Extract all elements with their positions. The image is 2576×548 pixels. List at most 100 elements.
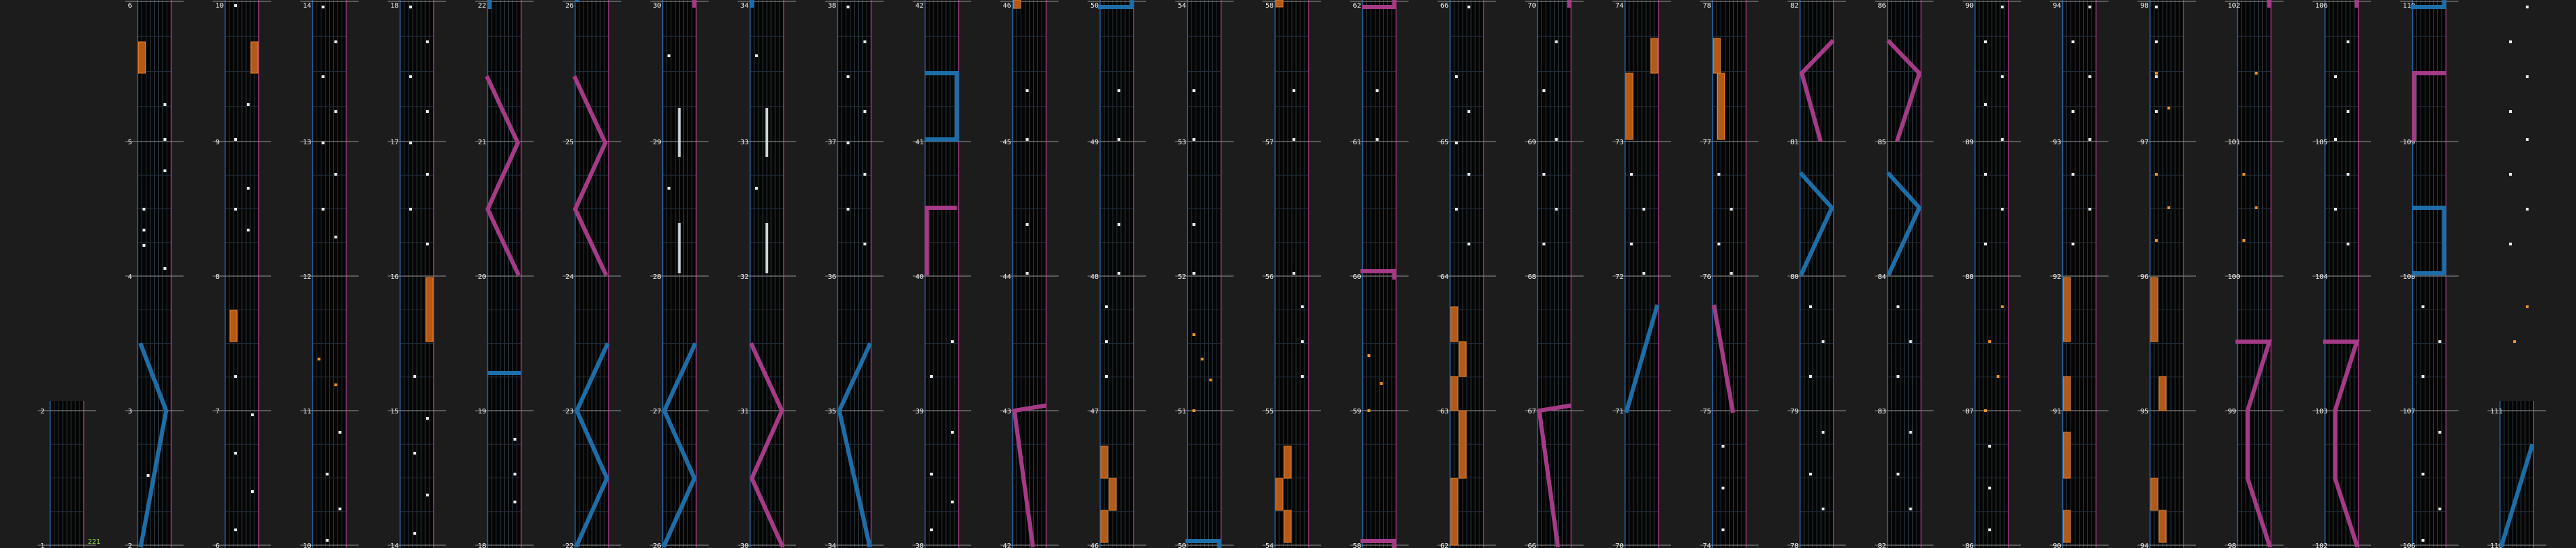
measure-number: 62 [1353, 2, 1362, 10]
tap-note [142, 229, 146, 231]
tap-note [1026, 223, 1029, 226]
hold-note [2063, 277, 2071, 342]
measure-number: 5 [128, 139, 132, 146]
tap-note [1026, 138, 1029, 141]
tap-note [1721, 487, 1725, 489]
measure-number: 28 [653, 273, 662, 281]
tap-note [426, 110, 429, 113]
tap-note [1630, 243, 1633, 245]
tap-note [1542, 243, 1546, 245]
tap-note [163, 138, 167, 141]
hold-note [1108, 478, 1117, 511]
measure-number: 107 [2403, 408, 2416, 416]
tap-note [426, 417, 429, 420]
tap-note [1643, 208, 1645, 211]
tap-note [321, 208, 325, 211]
tap-note [234, 528, 237, 531]
tap-note [1468, 173, 1470, 176]
tap-note [326, 473, 329, 475]
tap-note [2509, 40, 2512, 43]
measure-number: 100 [2228, 273, 2241, 281]
tap-note [2001, 305, 2004, 308]
tap-note [2167, 107, 2170, 109]
measure-number: 61 [1353, 139, 1362, 146]
tap-note [2334, 138, 2337, 141]
measure-number: 6 [128, 2, 132, 10]
measure-number: 65 [1440, 139, 1449, 146]
measure-number: 26 [565, 2, 574, 10]
tap-note [1293, 138, 1295, 141]
tap-note [1988, 528, 1991, 531]
measure-number: 68 [1528, 273, 1537, 281]
measure-number: 23 [565, 408, 574, 416]
tap-note [863, 243, 867, 245]
measure-number: 55 [1265, 408, 1274, 416]
tap-note [2509, 243, 2512, 245]
tap-note [1555, 208, 1558, 211]
measure-number: 14 [390, 542, 399, 548]
measure-number: 37 [828, 139, 837, 146]
tap-note [1809, 473, 1812, 475]
tap-note [409, 6, 412, 8]
tap-note [2526, 138, 2529, 141]
tap-note [2526, 305, 2529, 308]
tap-note [1984, 103, 1987, 106]
tap-note [2421, 305, 2425, 308]
measure-number: 51 [1178, 408, 1187, 416]
measure-number: 50 [1178, 542, 1187, 548]
measure-number: 60 [1353, 273, 1362, 281]
measure-number: 25 [565, 139, 574, 146]
tap-note [2347, 110, 2349, 113]
measure-number: 85 [1878, 139, 1887, 146]
measure-number: 21 [478, 139, 487, 146]
measure-number: 75 [1703, 408, 1712, 416]
tap-note [863, 173, 867, 176]
tap-note [2255, 72, 2258, 75]
tap-note [1293, 89, 1295, 92]
tap-note [1192, 409, 1196, 412]
measure-number: 97 [2140, 139, 2149, 146]
tap-note [863, 40, 867, 43]
tap-note [247, 229, 250, 231]
tap-note [846, 142, 850, 144]
measure-number: 39 [915, 408, 924, 416]
tap-note [1367, 409, 1371, 412]
measure-number: 82 [1878, 542, 1887, 548]
measure-number: 81 [1790, 139, 1799, 146]
tap-note [413, 452, 416, 455]
hold-note [138, 41, 146, 74]
tap-note [1984, 40, 1987, 43]
tap-note [334, 110, 337, 113]
measure-number: 58 [1353, 542, 1362, 548]
tap-note [234, 138, 237, 141]
measure-number: 92 [2053, 273, 2061, 281]
tap-note [1468, 243, 1470, 245]
tap-note [409, 208, 412, 211]
measure-number: 22 [478, 2, 487, 10]
tap-note [1721, 445, 1725, 448]
tap-note [1909, 340, 1912, 343]
measure-number: 41 [915, 139, 924, 146]
tap-note [667, 54, 671, 57]
tap-note [409, 75, 412, 78]
note-chart-canvas[interactable]: 2165432109876141312111018171615142221201… [0, 0, 2576, 548]
tap-note [163, 267, 167, 270]
measure-number: 72 [1615, 273, 1624, 281]
tap-note [1822, 508, 1824, 510]
measure-number: 102 [2315, 542, 2328, 548]
tap-note [1455, 75, 1458, 78]
tap-note [2155, 239, 2158, 242]
measure-number: 8 [215, 273, 220, 281]
measure-number: 34 [828, 542, 837, 548]
tap-note [1301, 305, 1304, 308]
hold-note [2150, 478, 2158, 511]
tap-note [951, 431, 954, 434]
measure-number: 3 [128, 408, 132, 416]
tap-note [317, 358, 321, 360]
tap-note [334, 383, 337, 386]
tap-note [334, 236, 337, 238]
tap-note [338, 431, 342, 434]
tap-note [2071, 110, 2075, 113]
measure-number: 20 [478, 273, 487, 281]
tap-note [247, 187, 250, 190]
